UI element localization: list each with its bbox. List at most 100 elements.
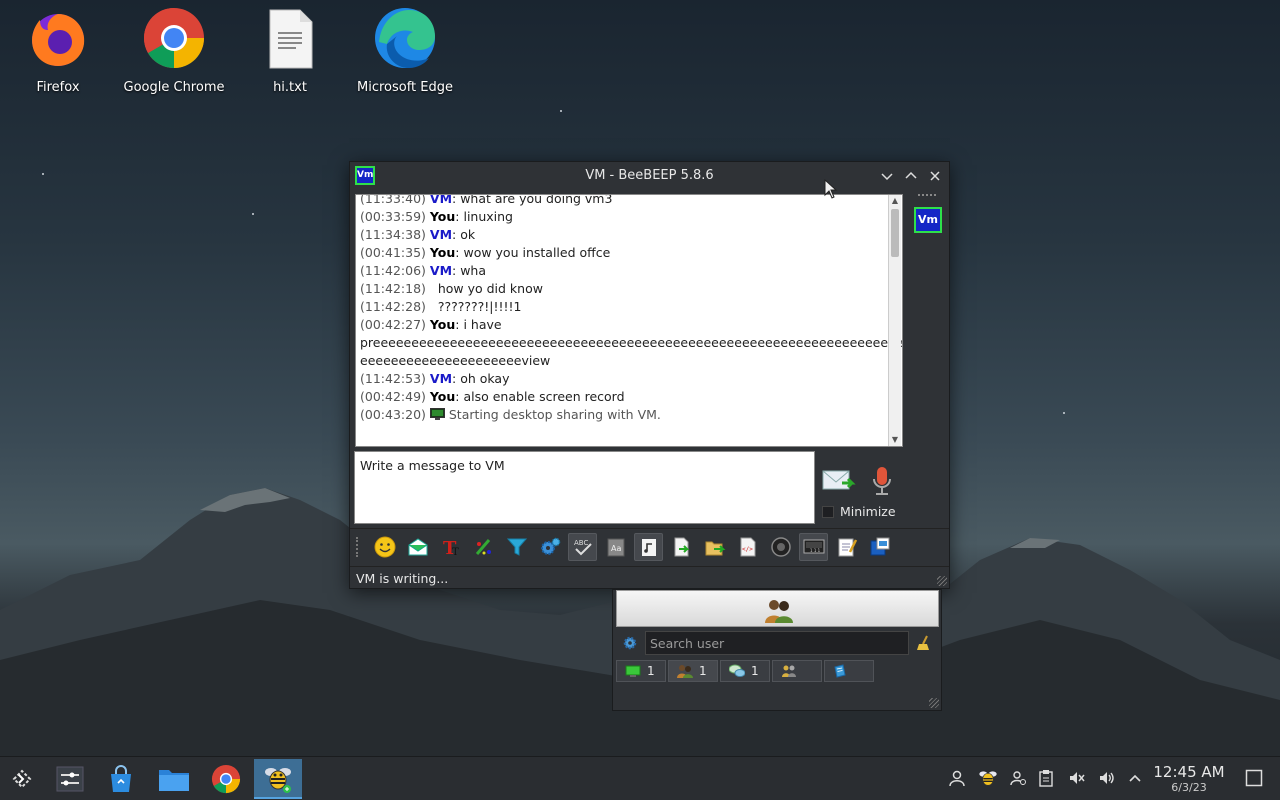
folder-send-icon [705, 541, 725, 555]
speaker-icon [1100, 772, 1114, 784]
title-bar[interactable]: Vm VM - BeeBEEP 5.8.6 [350, 162, 949, 190]
message-timestamp: (11:42:06) [360, 263, 426, 278]
application-launcher-button[interactable] [0, 759, 44, 799]
clear-broom-icon[interactable] [915, 634, 933, 652]
system-settings-taskbar-button[interactable] [48, 759, 92, 799]
send-file-button[interactable] [667, 533, 696, 561]
open-message-button[interactable] [403, 533, 432, 561]
taskbar-clock[interactable]: 12:45 AM 6/3/23 [1148, 763, 1230, 795]
tab-groups[interactable] [772, 660, 822, 682]
sidebar-grip[interactable] [918, 194, 936, 198]
member-avatar-vm[interactable]: Vm [914, 207, 942, 233]
tab-conversations[interactable]: 1 [720, 660, 770, 682]
user-switch-tray-icon[interactable] [1007, 767, 1029, 789]
close-window-button[interactable] [927, 168, 943, 184]
show-desktop-button[interactable] [1243, 767, 1265, 789]
message-text: eeeeeeeeeeeeeeeeeeeeeview [360, 353, 551, 368]
desktop-icon-microsoft-edge[interactable]: Microsoft Edge [350, 6, 460, 95]
chat-scrollbar[interactable]: ▲ ▼ [888, 195, 901, 446]
chat-window: Vm VM - BeeBEEP 5.8.6 (11:33:40) VM: wha… [349, 161, 950, 589]
chat-messages: (11:33:40) VM: what are you doing vm3 (0… [356, 194, 903, 424]
desktop-icon-hi-txt[interactable]: hi.txt [235, 6, 345, 95]
svg-text:ABC: ABC [574, 539, 588, 547]
microphone-muted-tray-icon[interactable] [1066, 767, 1088, 789]
scroll-down-arrow[interactable]: ▼ [889, 434, 901, 446]
group-icon [782, 665, 796, 677]
message-text: preeeeeeeeeeeeeeeeeeeeeeeeeeeeeeeeeeeeee… [360, 335, 903, 350]
message-input[interactable]: Write a message to VM [354, 451, 815, 524]
scroll-up-arrow[interactable]: ▲ [889, 195, 901, 207]
format-toggle[interactable] [634, 532, 663, 561]
spellcheck-icon: ABC [574, 539, 592, 555]
notepad-pencil-icon [838, 538, 857, 556]
dictionary-icon: Aa [607, 538, 624, 556]
message-text: linuxing [463, 209, 513, 224]
clock-time: 12:45 AM [1153, 763, 1225, 781]
scrollbar-thumb[interactable] [891, 209, 899, 257]
message-text: also enable screen record [463, 389, 625, 404]
gears-icon [540, 537, 560, 555]
users-icon [677, 665, 693, 678]
mouse-cursor-icon [824, 179, 838, 199]
user-tray-icon[interactable] [946, 767, 968, 789]
code-button[interactable]: </> [733, 533, 762, 561]
message-timestamp: (11:42:28) [360, 299, 426, 314]
microphone-icon [873, 467, 891, 495]
desktop-icon-firefox[interactable]: Firefox [3, 6, 113, 95]
beebeep-taskbar-button[interactable] [254, 759, 302, 799]
maximize-window-button[interactable] [903, 168, 919, 184]
search-row: Search user [616, 630, 939, 656]
chat-message-continued: eeeeeeeeeeeeeeeeeeeeeview [356, 352, 902, 370]
volume-tray-icon[interactable] [1096, 767, 1118, 789]
send-envelope-icon [822, 470, 856, 490]
checkbox-box[interactable] [822, 505, 834, 518]
voice-message-button[interactable] [870, 465, 894, 497]
tab-files[interactable] [824, 660, 874, 682]
word-completion-button[interactable]: Aa [601, 533, 630, 561]
chat-history[interactable]: (11:33:40) VM: what are you doing vm3 (0… [355, 194, 903, 447]
filter-icon [506, 538, 527, 556]
resize-grip[interactable] [929, 698, 939, 708]
show-hidden-icons-button[interactable] [1124, 767, 1146, 789]
minimize-window-button[interactable] [879, 168, 895, 184]
desktop-icon-label: Microsoft Edge [356, 80, 453, 95]
discover-store-taskbar-button[interactable] [99, 759, 143, 799]
users-tabs: 1 1 1 [616, 660, 874, 682]
message-sender: VM [429, 371, 453, 386]
toolbar-grip[interactable] [356, 536, 360, 557]
typing-status: VM is writing... [356, 571, 449, 586]
font-button[interactable]: TT [436, 533, 465, 561]
spellcheck-toggle[interactable]: ABC [568, 532, 597, 561]
chrome-taskbar-button[interactable] [204, 759, 248, 799]
message-text: wow you installed offce [463, 245, 611, 260]
edge-icon [375, 8, 435, 68]
beebeep-tray-icon[interactable] [977, 767, 999, 789]
search-user-input[interactable]: Search user [645, 631, 909, 655]
file-manager-taskbar-button[interactable] [152, 759, 196, 799]
send-message-button[interactable] [822, 467, 856, 495]
settings-button[interactable] [535, 533, 564, 561]
tab-users[interactable]: 1 [668, 660, 718, 682]
screenshot-button[interactable] [766, 533, 795, 561]
message-timestamp: (11:33:40) [360, 194, 426, 206]
minimize-checkbox[interactable]: Minimize [822, 504, 896, 519]
tab-count: 1 [699, 664, 707, 678]
desktop-share-toggle[interactable]: 1 1 1 [799, 532, 828, 561]
emoticons-button[interactable] [370, 533, 399, 561]
filter-button[interactable] [502, 533, 531, 561]
desktop-icon-label: hi.txt [273, 80, 307, 95]
message-sender: You [429, 245, 456, 260]
notes-button[interactable] [832, 533, 861, 561]
tab-chats[interactable]: 1 [616, 660, 666, 682]
send-folder-button[interactable] [700, 533, 729, 561]
clipboard-tray-icon[interactable] [1035, 767, 1057, 789]
star [560, 110, 562, 112]
resize-grip[interactable] [937, 576, 947, 586]
font-color-button[interactable] [469, 533, 498, 561]
bee-icon [265, 768, 291, 793]
gear-icon[interactable] [621, 634, 639, 652]
desktop-icon-google-chrome[interactable]: Google Chrome [119, 6, 229, 95]
monitor-green-icon [625, 665, 641, 677]
camera-lens-icon [770, 536, 791, 557]
save-chat-button[interactable] [865, 533, 894, 561]
